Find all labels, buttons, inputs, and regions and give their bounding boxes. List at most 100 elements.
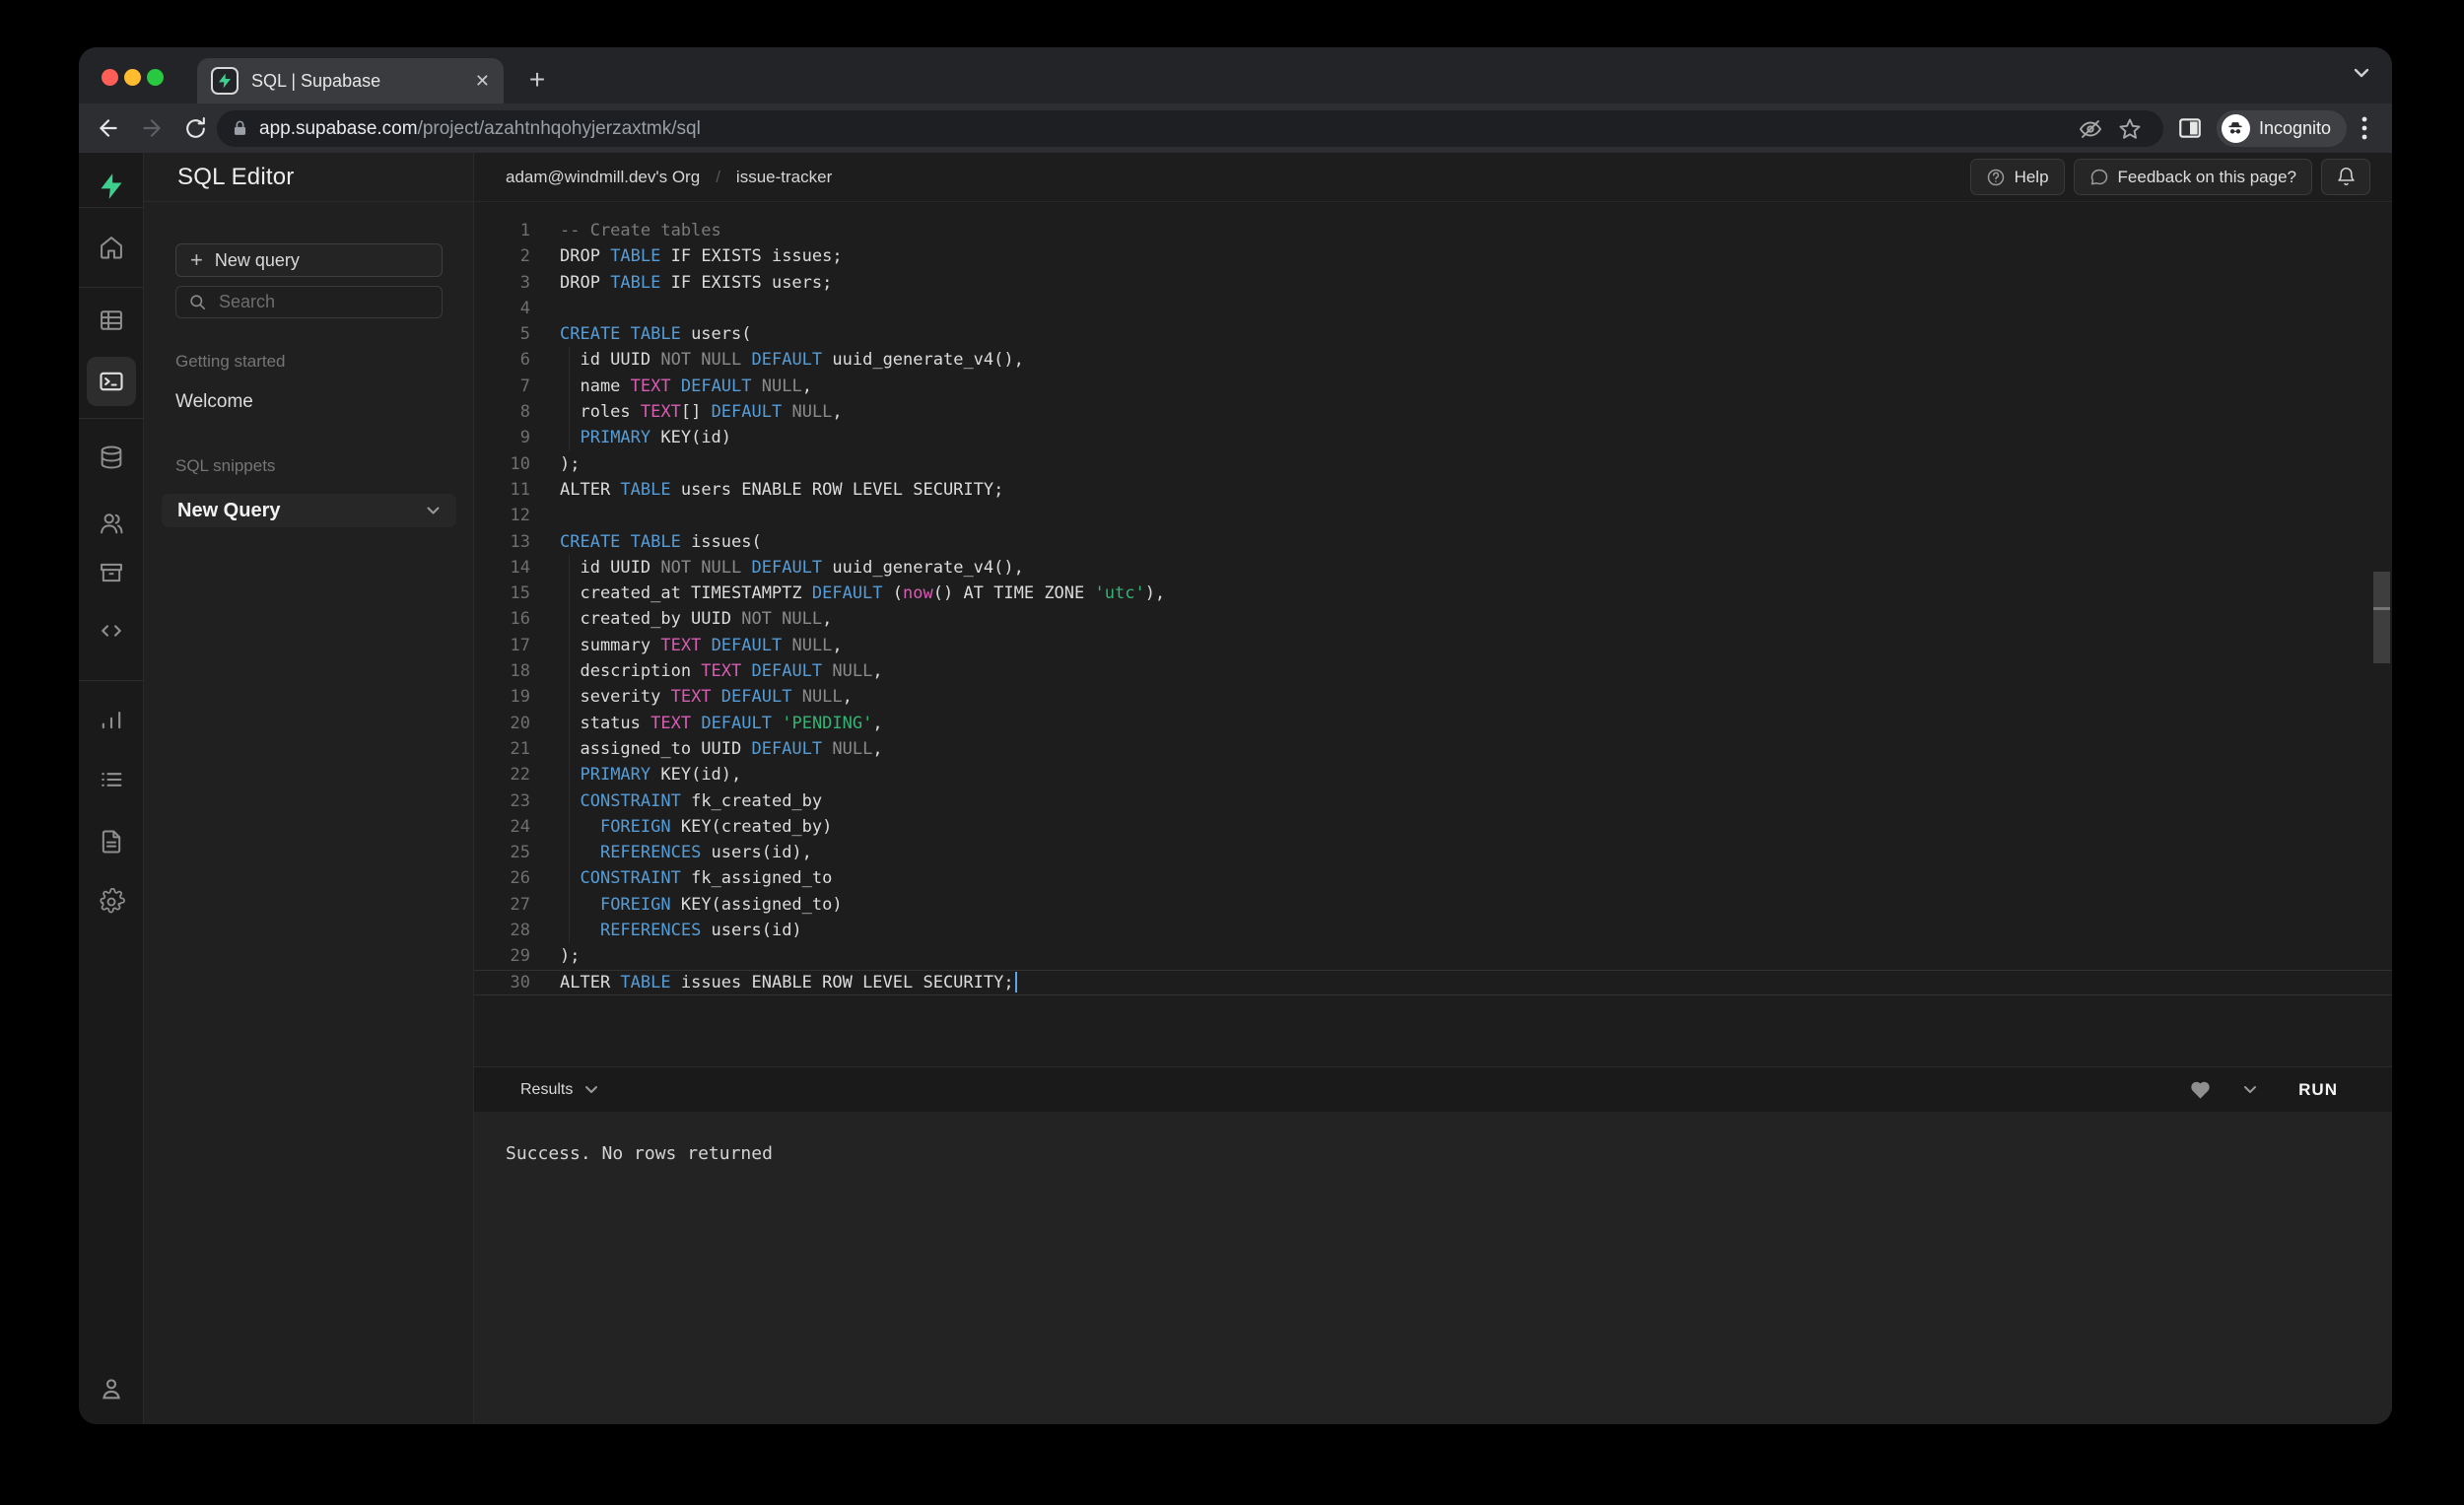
code-line[interactable]: 11ALTER TABLE users ENABLE ROW LEVEL SEC… bbox=[474, 477, 2392, 503]
results-toolbar: Results RUN bbox=[474, 1066, 2392, 1112]
code-line[interactable]: 19 severity TEXT DEFAULT NULL, bbox=[474, 684, 2392, 710]
password-eye-off-icon[interactable] bbox=[2071, 114, 2110, 144]
code-line[interactable]: 8 roles TEXT[] DEFAULT NULL, bbox=[474, 399, 2392, 425]
desktop-background: SQL | Supabase ✕ + bbox=[0, 0, 2464, 1505]
incognito-badge: Incognito bbox=[2217, 110, 2347, 147]
section-label-sql-snippets: SQL snippets bbox=[175, 456, 443, 476]
breadcrumb-project[interactable]: issue-tracker bbox=[736, 168, 832, 187]
results-output: Success. No rows returned bbox=[474, 1112, 2392, 1424]
help-button[interactable]: Help bbox=[1970, 159, 2065, 195]
code-line[interactable]: 1-- Create tables bbox=[474, 218, 2392, 243]
url-bar[interactable]: app.supabase.com/project/azahtnhqohyjerz… bbox=[217, 110, 2163, 147]
tab-close-icon[interactable]: ✕ bbox=[475, 71, 490, 92]
code-line[interactable]: 6 id UUID NOT NULL DEFAULT uuid_generate… bbox=[474, 347, 2392, 373]
code-line[interactable]: 16 created_by UUID NOT NULL, bbox=[474, 606, 2392, 632]
close-window-button[interactable] bbox=[102, 69, 118, 86]
home-icon[interactable] bbox=[98, 234, 125, 261]
new-query-button-label: New query bbox=[215, 250, 300, 271]
api-icon[interactable] bbox=[98, 617, 125, 645]
side-panel-icon[interactable] bbox=[2177, 115, 2203, 141]
breadcrumb-org[interactable]: adam@windmill.dev's Org bbox=[506, 168, 700, 187]
feedback-button-label: Feedback on this page? bbox=[2118, 168, 2296, 187]
code-line[interactable]: 3DROP TABLE IF EXISTS users; bbox=[474, 270, 2392, 296]
main-panel: adam@windmill.dev's Org / issue-tracker … bbox=[474, 153, 2392, 1424]
notifications-button[interactable] bbox=[2321, 159, 2370, 195]
sidebar-item-new-query[interactable]: New Query bbox=[162, 494, 456, 527]
settings-icon[interactable] bbox=[98, 888, 125, 916]
code-line[interactable]: 10); bbox=[474, 451, 2392, 477]
maximize-window-button[interactable] bbox=[147, 69, 164, 86]
incognito-label: Incognito bbox=[2259, 118, 2331, 139]
main-header: adam@windmill.dev's Org / issue-tracker … bbox=[474, 153, 2392, 202]
code-line[interactable]: 12 bbox=[474, 503, 2392, 528]
code-line[interactable]: 29); bbox=[474, 943, 2392, 969]
browser-toolbar: app.supabase.com/project/azahtnhqohyjerz… bbox=[79, 103, 2392, 153]
code-line[interactable]: 4 bbox=[474, 296, 2392, 321]
tab-search-chevron-icon[interactable] bbox=[2353, 67, 2370, 79]
supabase-logo[interactable] bbox=[98, 172, 125, 200]
code-line[interactable]: 7 name TEXT DEFAULT NULL, bbox=[474, 374, 2392, 399]
forward-icon[interactable] bbox=[130, 110, 173, 146]
favorite-heart-icon[interactable] bbox=[2189, 1079, 2212, 1100]
code-line[interactable]: 2DROP TABLE IF EXISTS issues; bbox=[474, 243, 2392, 269]
code-line[interactable]: 5CREATE TABLE users( bbox=[474, 321, 2392, 347]
code-line[interactable]: 28 REFERENCES users(id) bbox=[474, 918, 2392, 943]
editor-scrollbar[interactable] bbox=[2373, 572, 2390, 663]
editor-scrollbar-marker bbox=[2373, 607, 2390, 610]
search-input[interactable] bbox=[219, 292, 430, 312]
code-line[interactable]: 24 FOREIGN KEY(created_by) bbox=[474, 814, 2392, 840]
code-line[interactable]: 25 REFERENCES users(id), bbox=[474, 840, 2392, 865]
search-box[interactable] bbox=[175, 286, 443, 318]
code-line[interactable]: 27 FOREIGN KEY(assigned_to) bbox=[474, 892, 2392, 918]
account-icon[interactable] bbox=[98, 1375, 125, 1402]
chevron-down-icon[interactable] bbox=[426, 506, 441, 515]
rail-divider bbox=[79, 418, 144, 419]
code-line[interactable]: 18 description TEXT DEFAULT NULL, bbox=[474, 658, 2392, 684]
code-line[interactable]: 9 PRIMARY KEY(id) bbox=[474, 425, 2392, 450]
code-line[interactable]: 20 status TEXT DEFAULT 'PENDING', bbox=[474, 711, 2392, 736]
back-icon[interactable] bbox=[87, 110, 130, 146]
storage-icon[interactable] bbox=[98, 559, 125, 586]
code-line[interactable]: 22 PRIMARY KEY(id), bbox=[474, 762, 2392, 787]
sql-code-editor[interactable]: 1-- Create tables2DROP TABLE IF EXISTS i… bbox=[474, 202, 2392, 1066]
minimize-window-button[interactable] bbox=[124, 69, 141, 86]
results-dropdown[interactable]: Results bbox=[520, 1081, 598, 1099]
query-status-message: Success. No rows returned bbox=[506, 1143, 773, 1164]
docs-icon[interactable] bbox=[98, 828, 125, 855]
code-line[interactable]: 13CREATE TABLE issues( bbox=[474, 529, 2392, 555]
reports-icon[interactable] bbox=[98, 706, 125, 733]
database-icon[interactable] bbox=[98, 444, 125, 471]
code-line[interactable]: 23 CONSTRAINT fk_created_by bbox=[474, 788, 2392, 814]
browser-menu-icon[interactable] bbox=[2361, 114, 2368, 142]
auth-icon[interactable] bbox=[98, 510, 125, 537]
code-line[interactable]: 15 created_at TIMESTAMPTZ DEFAULT (now()… bbox=[474, 581, 2392, 606]
code-line[interactable]: 17 summary TEXT DEFAULT NULL, bbox=[474, 633, 2392, 658]
table-editor-icon[interactable] bbox=[98, 307, 125, 334]
url-text: app.supabase.com/project/azahtnhqohyjerz… bbox=[259, 118, 2071, 140]
rail-divider bbox=[79, 207, 144, 208]
browser-window: SQL | Supabase ✕ + bbox=[79, 47, 2392, 1424]
code-line[interactable]: 14 id UUID NOT NULL DEFAULT uuid_generat… bbox=[474, 555, 2392, 581]
code-line[interactable]: 26 CONSTRAINT fk_assigned_to bbox=[474, 865, 2392, 891]
feedback-button[interactable]: Feedback on this page? bbox=[2074, 159, 2312, 195]
sidebar-item-welcome[interactable]: Welcome bbox=[175, 391, 443, 413]
run-button[interactable]: RUN bbox=[2298, 1080, 2338, 1100]
code-line[interactable]: 21 assigned_to UUID DEFAULT NULL, bbox=[474, 736, 2392, 762]
search-icon bbox=[188, 293, 207, 311]
bookmark-star-icon[interactable] bbox=[2110, 114, 2150, 144]
sidebar-header: SQL Editor bbox=[144, 153, 473, 202]
run-options-chevron-icon[interactable] bbox=[2243, 1085, 2257, 1094]
new-query-button[interactable]: + New query bbox=[175, 243, 443, 277]
lock-icon bbox=[231, 119, 249, 138]
page-title: SQL Editor bbox=[177, 164, 295, 191]
tab-strip: SQL | Supabase ✕ + bbox=[79, 47, 2392, 103]
browser-tab[interactable]: SQL | Supabase ✕ bbox=[197, 58, 504, 103]
code-line[interactable]: 30ALTER TABLE issues ENABLE ROW LEVEL SE… bbox=[474, 970, 2392, 995]
results-label: Results bbox=[520, 1081, 573, 1099]
rail-divider bbox=[79, 680, 144, 681]
rail-divider bbox=[79, 287, 144, 288]
sql-editor-icon[interactable] bbox=[87, 357, 136, 406]
logs-icon[interactable] bbox=[98, 766, 125, 793]
reload-icon[interactable] bbox=[173, 110, 217, 146]
new-tab-button[interactable]: + bbox=[520, 63, 554, 97]
